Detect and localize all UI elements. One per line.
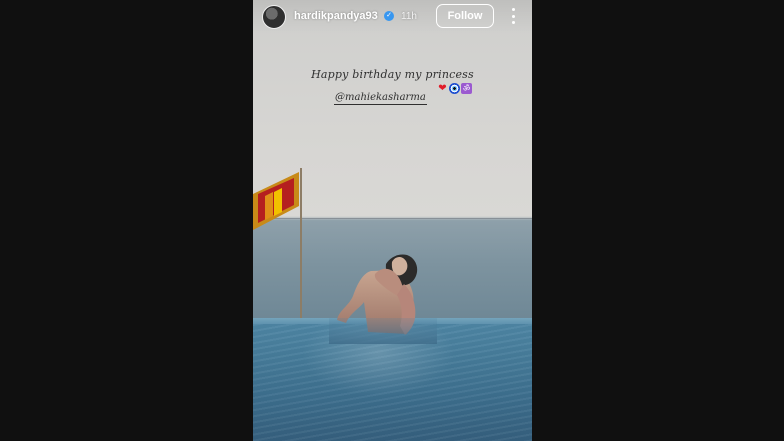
more-dot (511, 8, 515, 11)
right-backdrop (532, 0, 784, 441)
verified-badge-icon: ✓ (384, 11, 394, 21)
story-caption: Happy birthday my princess (311, 68, 474, 81)
evil-eye-icon (449, 83, 460, 94)
username[interactable]: hardikpandya93 (294, 10, 378, 22)
timestamp: 11h (401, 11, 417, 22)
flag-image (253, 172, 299, 230)
more-dot (511, 21, 515, 24)
more-dot (511, 14, 515, 18)
story-header: hardikpandya93 ✓ 11h Follow (253, 0, 532, 34)
avatar[interactable] (262, 5, 286, 29)
people-image (329, 254, 437, 344)
story-viewer: hardikpandya93 ✓ 11h Follow Happy birthd… (253, 0, 532, 441)
left-backdrop (0, 0, 253, 441)
heart-icon: ❤ (438, 83, 447, 94)
mention-link[interactable]: @mahiekasharma (334, 92, 427, 105)
more-options-icon[interactable] (508, 8, 518, 24)
om-icon: ॐ (461, 83, 472, 94)
follow-button[interactable]: Follow (436, 4, 494, 28)
caption-emojis: ❤ ॐ (437, 83, 472, 94)
